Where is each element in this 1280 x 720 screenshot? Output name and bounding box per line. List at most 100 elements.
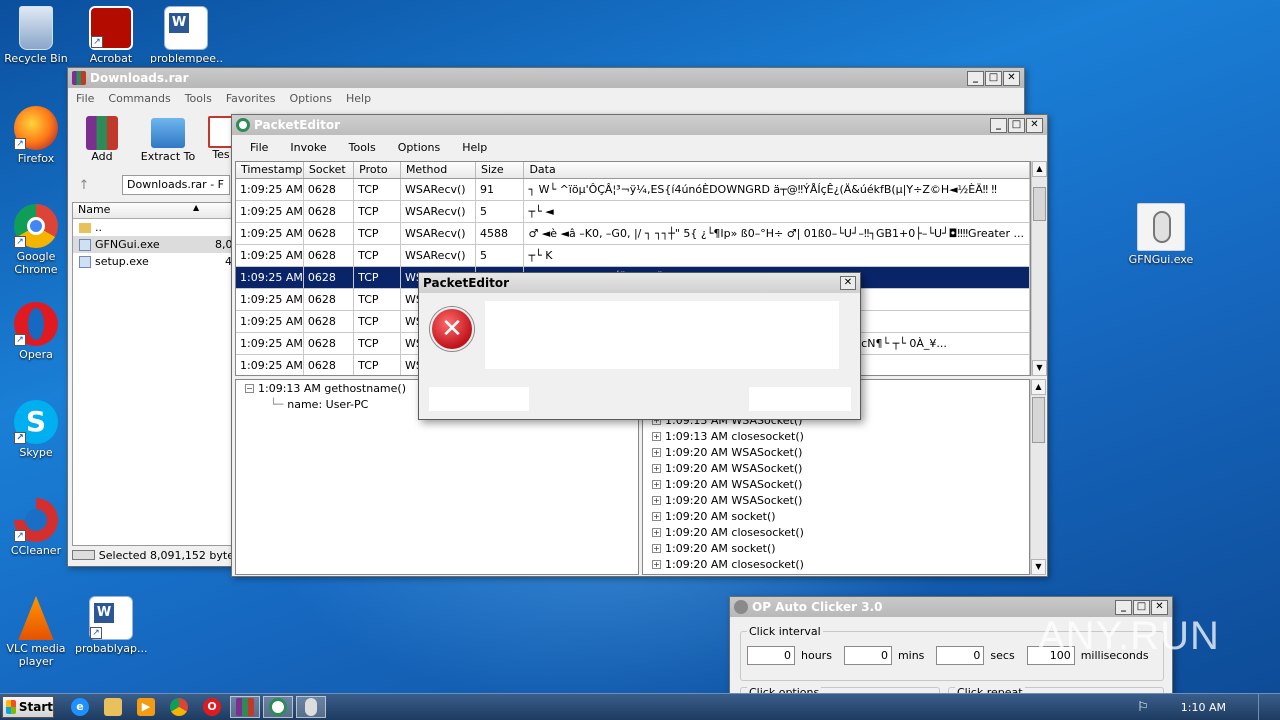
expand-icon[interactable]: + — [652, 543, 661, 553]
tree-node[interactable]: +1:09:20 AM WSASocket() — [643, 444, 1029, 460]
mins-input[interactable] — [843, 646, 892, 665]
col-timestamp[interactable]: Timestamp — [236, 162, 304, 179]
taskbar-item-opera[interactable]: O — [197, 696, 227, 718]
hours-input[interactable] — [747, 646, 795, 665]
action-center-flag-icon[interactable]: ⚐ — [1137, 700, 1149, 715]
minimize-button[interactable]: _ — [967, 70, 984, 86]
menu-options[interactable]: Options — [398, 141, 440, 154]
menu-help[interactable]: Help — [346, 92, 371, 105]
winrar-titlebar[interactable]: Downloads.rar _ □ ✕ — [68, 68, 1024, 88]
expand-icon[interactable]: + — [652, 431, 661, 441]
menu-tools[interactable]: Tools — [349, 141, 376, 154]
scroll-down-icon[interactable]: ▼ — [1032, 360, 1047, 376]
menu-tools[interactable]: Tools — [185, 92, 212, 105]
mouse-icon — [305, 698, 317, 716]
menu-options[interactable]: Options — [290, 92, 332, 105]
desktop-icon-problempee[interactable]: W problempee... — [150, 6, 222, 63]
col-socket[interactable]: Socket — [303, 162, 355, 179]
error-dialog-button-right[interactable] — [749, 387, 851, 411]
desktop-icon-vlc[interactable]: VLC media player — [0, 596, 72, 668]
packet-table-scrollbar[interactable]: ▲ ▼ — [1031, 161, 1047, 376]
menu-commands[interactable]: Commands — [108, 92, 170, 105]
packeteditor-titlebar[interactable]: PacketEditor _ □ ✕ — [232, 115, 1047, 135]
add-button[interactable]: Add — [74, 116, 130, 163]
desktop-icon-label: problempee... — [150, 52, 222, 63]
taskbar-item-autoclicker[interactable] — [296, 696, 326, 718]
scroll-thumb[interactable] — [1032, 397, 1045, 443]
col-data[interactable]: Data — [523, 162, 1030, 179]
desktop-icon-opera[interactable]: ↗ Opera — [0, 302, 72, 361]
expand-icon[interactable]: + — [652, 495, 661, 505]
maximize-button[interactable]: □ — [985, 70, 1002, 86]
tree-node[interactable]: +1:09:20 AM closesocket() — [643, 556, 1029, 572]
col-proto[interactable]: Proto — [353, 162, 401, 179]
scroll-down-icon[interactable]: ▼ — [1031, 559, 1046, 575]
desktop-icon-gfngui[interactable]: GFNGui.exe — [1125, 203, 1197, 266]
close-button[interactable]: ✕ — [1151, 599, 1168, 615]
tree-node[interactable]: +1:09:20 AM socket() — [643, 508, 1029, 524]
menu-help[interactable]: Help — [462, 141, 487, 154]
start-button[interactable]: Start — [2, 696, 54, 718]
secs-input[interactable] — [936, 646, 985, 665]
taskbar-item-ie[interactable]: e — [65, 696, 95, 718]
expand-icon[interactable]: + — [652, 559, 661, 569]
taskbar-item-packeteditor[interactable] — [263, 696, 293, 718]
desktop-icon-skype[interactable]: S ↗ Skype — [0, 400, 72, 459]
path-field[interactable]: Downloads.rar - F — [122, 175, 230, 195]
maximize-button[interactable]: □ — [1133, 599, 1150, 615]
menu-file[interactable]: File — [250, 141, 268, 154]
close-button[interactable]: ✕ — [1026, 117, 1043, 133]
taskbar-item-winrar[interactable] — [230, 696, 260, 718]
taskbar-item-media-player[interactable]: ▶ — [131, 696, 161, 718]
table-row[interactable]: 1:09:25 AM 0628 TCP WSARecv() 5 ┬└ K — [236, 244, 1030, 267]
desktop-icon-firefox[interactable]: ↗ Firefox — [0, 106, 72, 165]
tree-node[interactable]: +1:09:20 AM WSASocket() — [643, 460, 1029, 476]
menu-favorites[interactable]: Favorites — [226, 92, 276, 105]
scroll-thumb[interactable] — [1033, 187, 1046, 221]
table-row[interactable]: 1:09:25 AM 0628 TCP WSARecv() 5 ┬└ ◄ — [236, 200, 1030, 223]
taskbar-item-chrome[interactable] — [164, 696, 194, 718]
tree-node[interactable]: +1:09:20 AM WSASocket() — [643, 492, 1029, 508]
tree-node-label: 1:09:13 AM gethostname() — [258, 381, 407, 395]
desktop-icon-chrome[interactable]: ↗ Google Chrome — [0, 204, 72, 276]
menu-file[interactable]: File — [76, 92, 94, 105]
minimize-button[interactable]: _ — [1115, 599, 1132, 615]
table-row[interactable]: 1:09:25 AM 0628 TCP WSARecv() 4588 ♂ ◄è ◄â –K… — [236, 222, 1030, 245]
scroll-up-icon[interactable]: ▲ — [1032, 161, 1047, 177]
expand-icon[interactable]: + — [652, 511, 661, 521]
desktop-icon-ccleaner[interactable]: ↗ CCleaner — [0, 498, 72, 557]
tree-node[interactable]: +1:09:13 AM closesocket() — [643, 428, 1029, 444]
list-item[interactable]: setup.exe 4 — [73, 253, 233, 270]
right-tree-scrollbar[interactable]: ▲ ▼ — [1030, 379, 1046, 575]
desktop-icon-acrobat[interactable]: ↗ Acrobat — [75, 6, 147, 63]
col-size[interactable]: Size — [475, 162, 525, 179]
close-button[interactable]: ✕ — [840, 276, 856, 290]
expand-icon[interactable]: + — [652, 463, 661, 473]
clock[interactable]: 1:10 AM — [1161, 701, 1246, 714]
error-dialog-titlebar[interactable]: PacketEditor ✕ — [419, 273, 860, 293]
minimize-button[interactable]: _ — [990, 117, 1007, 133]
error-dialog-button-left[interactable] — [429, 387, 529, 411]
show-desktop-button[interactable] — [1258, 694, 1270, 720]
extract-to-button[interactable]: Extract To — [140, 116, 196, 163]
close-button[interactable]: ✕ — [1003, 70, 1020, 86]
tree-node[interactable]: +1:09:20 AM socket() — [643, 540, 1029, 556]
scroll-up-icon[interactable]: ▲ — [1031, 379, 1046, 395]
collapse-icon[interactable]: − — [245, 383, 254, 393]
table-row[interactable]: 1:09:25 AM 0628 TCP WSARecv() 91 ┐ W└ ^ïöµ'ÔÇ… — [236, 178, 1030, 201]
list-item[interactable]: .. — [73, 219, 233, 236]
taskbar-item-explorer[interactable] — [98, 696, 128, 718]
up-arrow-icon[interactable]: ↑ — [72, 178, 96, 193]
expand-icon[interactable]: + — [652, 447, 661, 457]
desktop-icon-probablyap[interactable]: W ↗ probablyap... — [75, 596, 147, 655]
tree-node[interactable]: +1:09:20 AM WSASocket() — [643, 476, 1029, 492]
menu-invoke[interactable]: Invoke — [290, 141, 326, 154]
maximize-button[interactable]: □ — [1008, 117, 1025, 133]
expand-icon[interactable]: + — [652, 527, 661, 537]
list-item[interactable]: GFNGui.exe 8,0 — [73, 236, 233, 253]
tree-node[interactable]: +1:09:20 AM closesocket() — [643, 524, 1029, 540]
desktop-icon-recycle-bin[interactable]: Recycle Bin — [0, 6, 72, 65]
col-method[interactable]: Method — [400, 162, 477, 179]
expand-icon[interactable]: + — [652, 479, 661, 489]
name-column-header[interactable]: Name ▲ — [73, 203, 233, 219]
